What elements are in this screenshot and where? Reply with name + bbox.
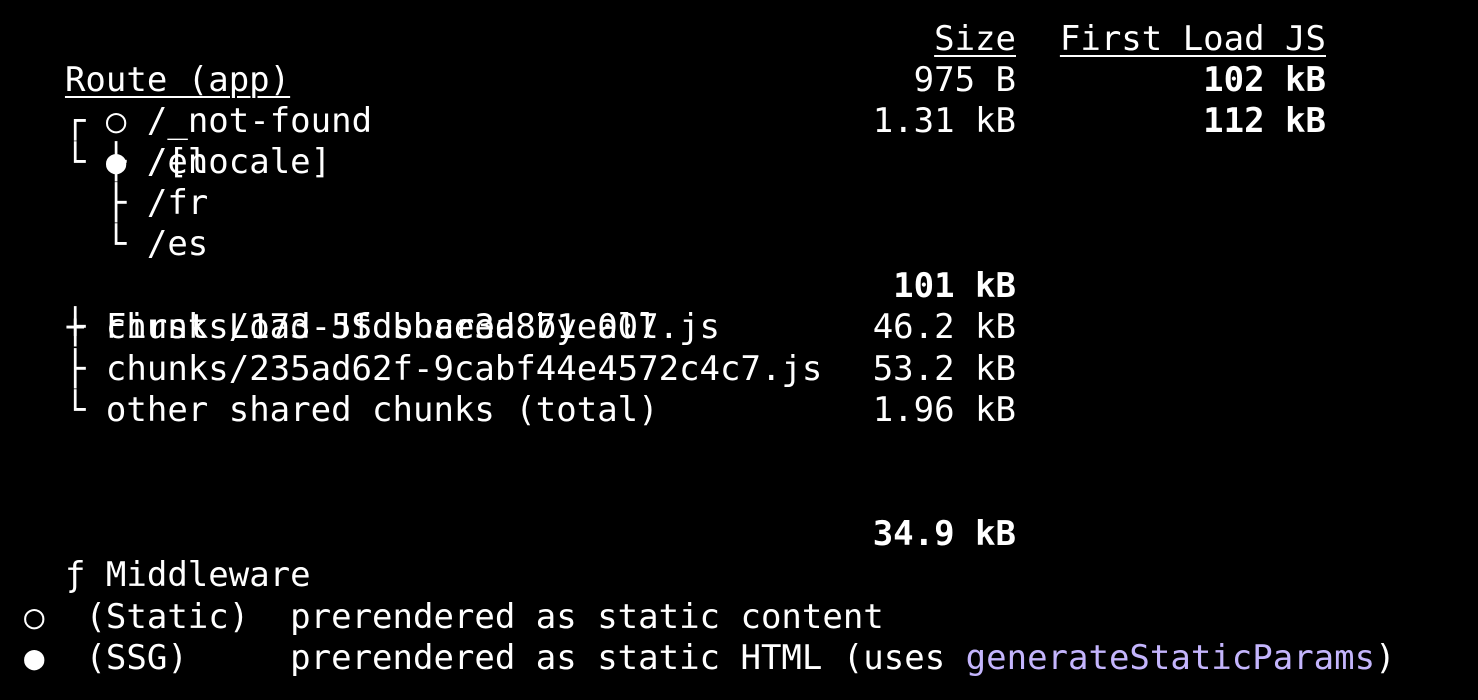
ssg-icon: ●: [24, 638, 45, 678]
chunk-size: 1.96 kB: [872, 390, 1016, 430]
static-icon: ○: [24, 597, 45, 637]
route-first-load: 112 kB: [1203, 101, 1326, 141]
tree-connector: ├: [105, 142, 127, 182]
locale-path: /es: [146, 224, 209, 264]
locale-path: /en: [146, 142, 209, 182]
chunk-row: ├ chunks/173-5fdbbce3a871e007.js 46.2 kB: [24, 307, 1478, 348]
legend-description: prerendered as static HTML (uses: [290, 638, 966, 678]
route-row: ┌ ○ /_not-found 975 B 102 kB: [24, 60, 1478, 141]
route-first-load: 102 kB: [1203, 60, 1326, 100]
route-size: 975 B: [913, 60, 1016, 100]
locale-path-row: ├ /fr: [24, 183, 208, 224]
shared-js-size: 101 kB: [893, 266, 1016, 306]
size-column-header: Size: [934, 19, 1016, 59]
chunk-size: 46.2 kB: [872, 307, 1016, 347]
chunk-row: └ other shared chunks (total) 1.96 kB: [24, 390, 1478, 431]
table-header: Route (app) Size First Load JS: [24, 19, 1478, 100]
tree-connector: ├: [64, 307, 86, 347]
locale-path: /fr: [146, 183, 209, 223]
tree-connector: └: [64, 390, 86, 430]
route-size: 1.31 kB: [872, 101, 1016, 141]
tree-connector: ├: [105, 183, 127, 223]
tree-connector: └: [105, 224, 127, 264]
legend-row: ○ (Static) prerendered as static content: [24, 597, 884, 638]
legend-description: prerendered as static content: [290, 597, 884, 637]
function-icon: ƒ: [64, 555, 86, 595]
legend-highlight: generateStaticParams: [965, 638, 1376, 678]
chunk-row: ├ chunks/235ad62f-9cabf44e4572c4c7.js 53…: [24, 349, 1478, 390]
locale-path-row: ├ /en: [24, 142, 208, 183]
legend-type: (Static): [85, 597, 250, 637]
middleware-row: ƒ Middleware 34.9 kB: [24, 514, 1478, 595]
locale-path-row: └ /es: [24, 224, 208, 265]
middleware-label: Middleware: [105, 555, 311, 595]
first-load-column-header: First Load JS: [1059, 19, 1326, 59]
middleware-size: 34.9 kB: [872, 514, 1016, 554]
route-row: └ ● /[locale] 1.31 kB 112 kB: [24, 101, 1478, 182]
chunk-name: chunks/235ad62f-9cabf44e4572c4c7.js: [105, 349, 823, 389]
tree-connector: ├: [64, 349, 86, 389]
chunk-size: 53.2 kB: [872, 349, 1016, 389]
legend-type: (SSG): [85, 638, 188, 678]
legend-suffix: ): [1375, 638, 1396, 678]
chunk-name: chunks/173-5fdbbce3a871e007.js: [105, 307, 721, 347]
chunk-name: other shared chunks (total): [105, 390, 659, 430]
shared-js-row: + First Load JS shared by all 101 kB: [24, 266, 1478, 347]
legend-row: ● (SSG) prerendered as static HTML (uses…: [24, 638, 1396, 679]
